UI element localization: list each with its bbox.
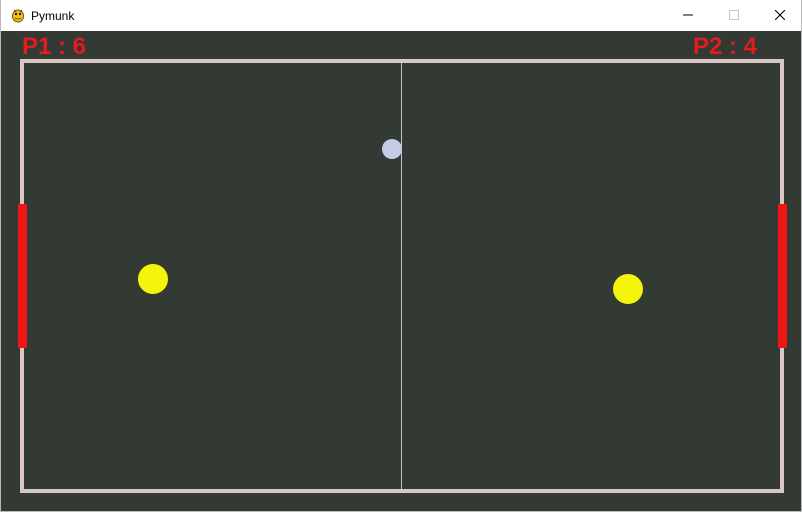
minimize-button[interactable]: [665, 0, 711, 31]
game-ball: [382, 139, 402, 159]
minimize-icon: [683, 14, 693, 16]
app-window: Pymunk P1 : 6 P2 : 4: [0, 0, 802, 512]
pygame-snake-icon: [10, 7, 26, 23]
player2-score: P2 : 4: [693, 33, 758, 60]
left-yellow-ball: [138, 264, 168, 294]
bottom-wall: [20, 489, 784, 493]
title-bar[interactable]: Pymunk: [1, 0, 801, 31]
center-line: [401, 63, 402, 489]
game-canvas[interactable]: P1 : 6 P2 : 4: [1, 31, 801, 511]
window-title: Pymunk: [31, 9, 75, 23]
close-button[interactable]: [757, 0, 801, 31]
right-paddle[interactable]: [778, 204, 787, 348]
player1-score: P1 : 6: [22, 33, 87, 60]
top-wall: [20, 59, 784, 63]
maximize-icon: [729, 10, 739, 20]
maximize-button[interactable]: [711, 0, 757, 31]
close-icon: [775, 10, 785, 20]
right-yellow-ball: [613, 274, 643, 304]
left-paddle[interactable]: [18, 204, 27, 348]
